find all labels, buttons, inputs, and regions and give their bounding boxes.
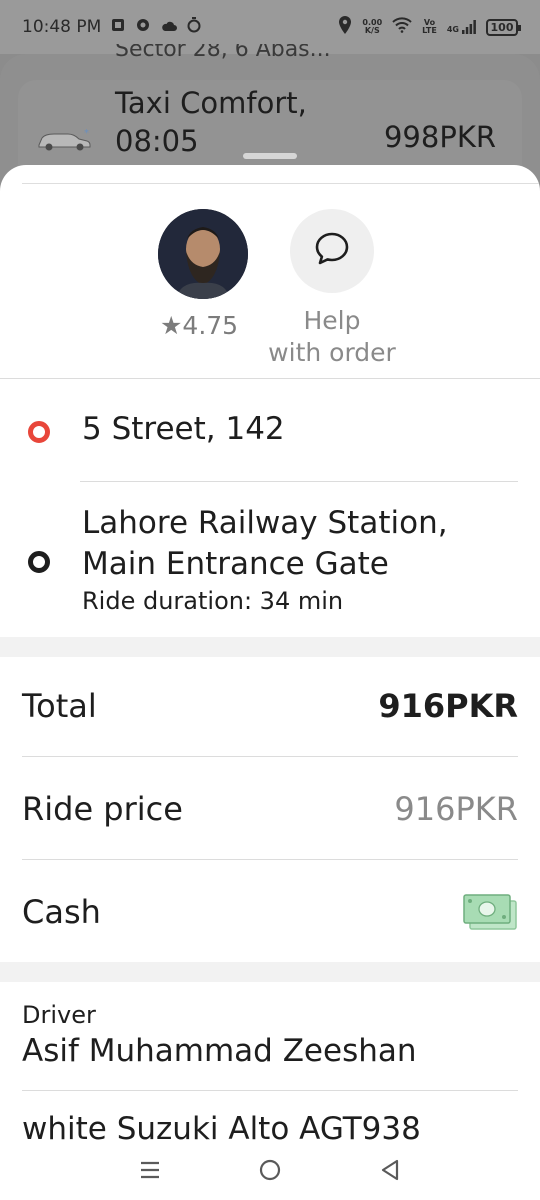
divider [22,756,518,757]
svg-text:*: * [84,128,89,139]
divider [22,859,518,860]
taxi-car-icon: * [36,128,92,156]
ride-duration: Ride duration: 34 min [82,587,344,615]
system-navigation-bar [0,1140,540,1200]
wifi-icon [392,16,412,38]
signal-icon: 4G [447,20,476,34]
network-speed: 0.00 K/S [362,18,383,35]
chat-bubble-icon [312,229,352,273]
driver-rating: ★4.75 [160,311,239,340]
settings-gear-icon [135,17,151,38]
status-time: 10:48 PM [22,17,102,37]
recent-apps-icon[interactable] [130,1150,170,1190]
sheet-drag-handle[interactable] [243,153,297,159]
divider [80,481,518,482]
driver-name: Asif Muhammad Zeeshan [22,1033,417,1069]
order-address: Sector 28, 6 Abas... [115,44,331,62]
home-icon[interactable] [250,1150,290,1190]
app-notification-icon [111,17,125,37]
divider [0,378,540,379]
total-label: Total [22,687,97,725]
order-tariff-title: Taxi Comfort, 08:05 [115,86,307,158]
order-details-sheet: ★4.75 Help with order 5 Street, 142 Laho… [0,165,540,1145]
total-value: 916PKR [378,687,518,725]
pickup-point-icon [28,421,50,443]
volte-indicator: Vo LTE [422,18,437,35]
timer-icon [187,16,201,38]
driver-label: Driver [22,1001,96,1029]
pickup-address[interactable]: 5 Street, 142 [82,411,285,447]
order-price: 998PKR [383,120,496,154]
destination-point-icon [28,551,50,573]
payment-method-label[interactable]: Cash [22,893,101,931]
location-pin-icon [338,15,352,39]
section-separator [0,637,540,657]
back-icon[interactable] [370,1150,410,1190]
divider [22,1090,518,1091]
cash-icon [462,893,518,935]
destination-address[interactable]: Lahore Railway Station, Main Entrance Ga… [82,503,448,585]
driver-avatar[interactable] [158,209,248,299]
cloud-icon [161,17,178,37]
help-button-label[interactable]: Help with order [252,305,412,369]
help-button[interactable] [290,209,374,293]
battery-icon: 100 [486,18,521,36]
section-separator [0,962,540,982]
divider [22,183,540,184]
ride-price-value: 916PKR [394,790,518,828]
ride-price-label: Ride price [22,790,183,828]
